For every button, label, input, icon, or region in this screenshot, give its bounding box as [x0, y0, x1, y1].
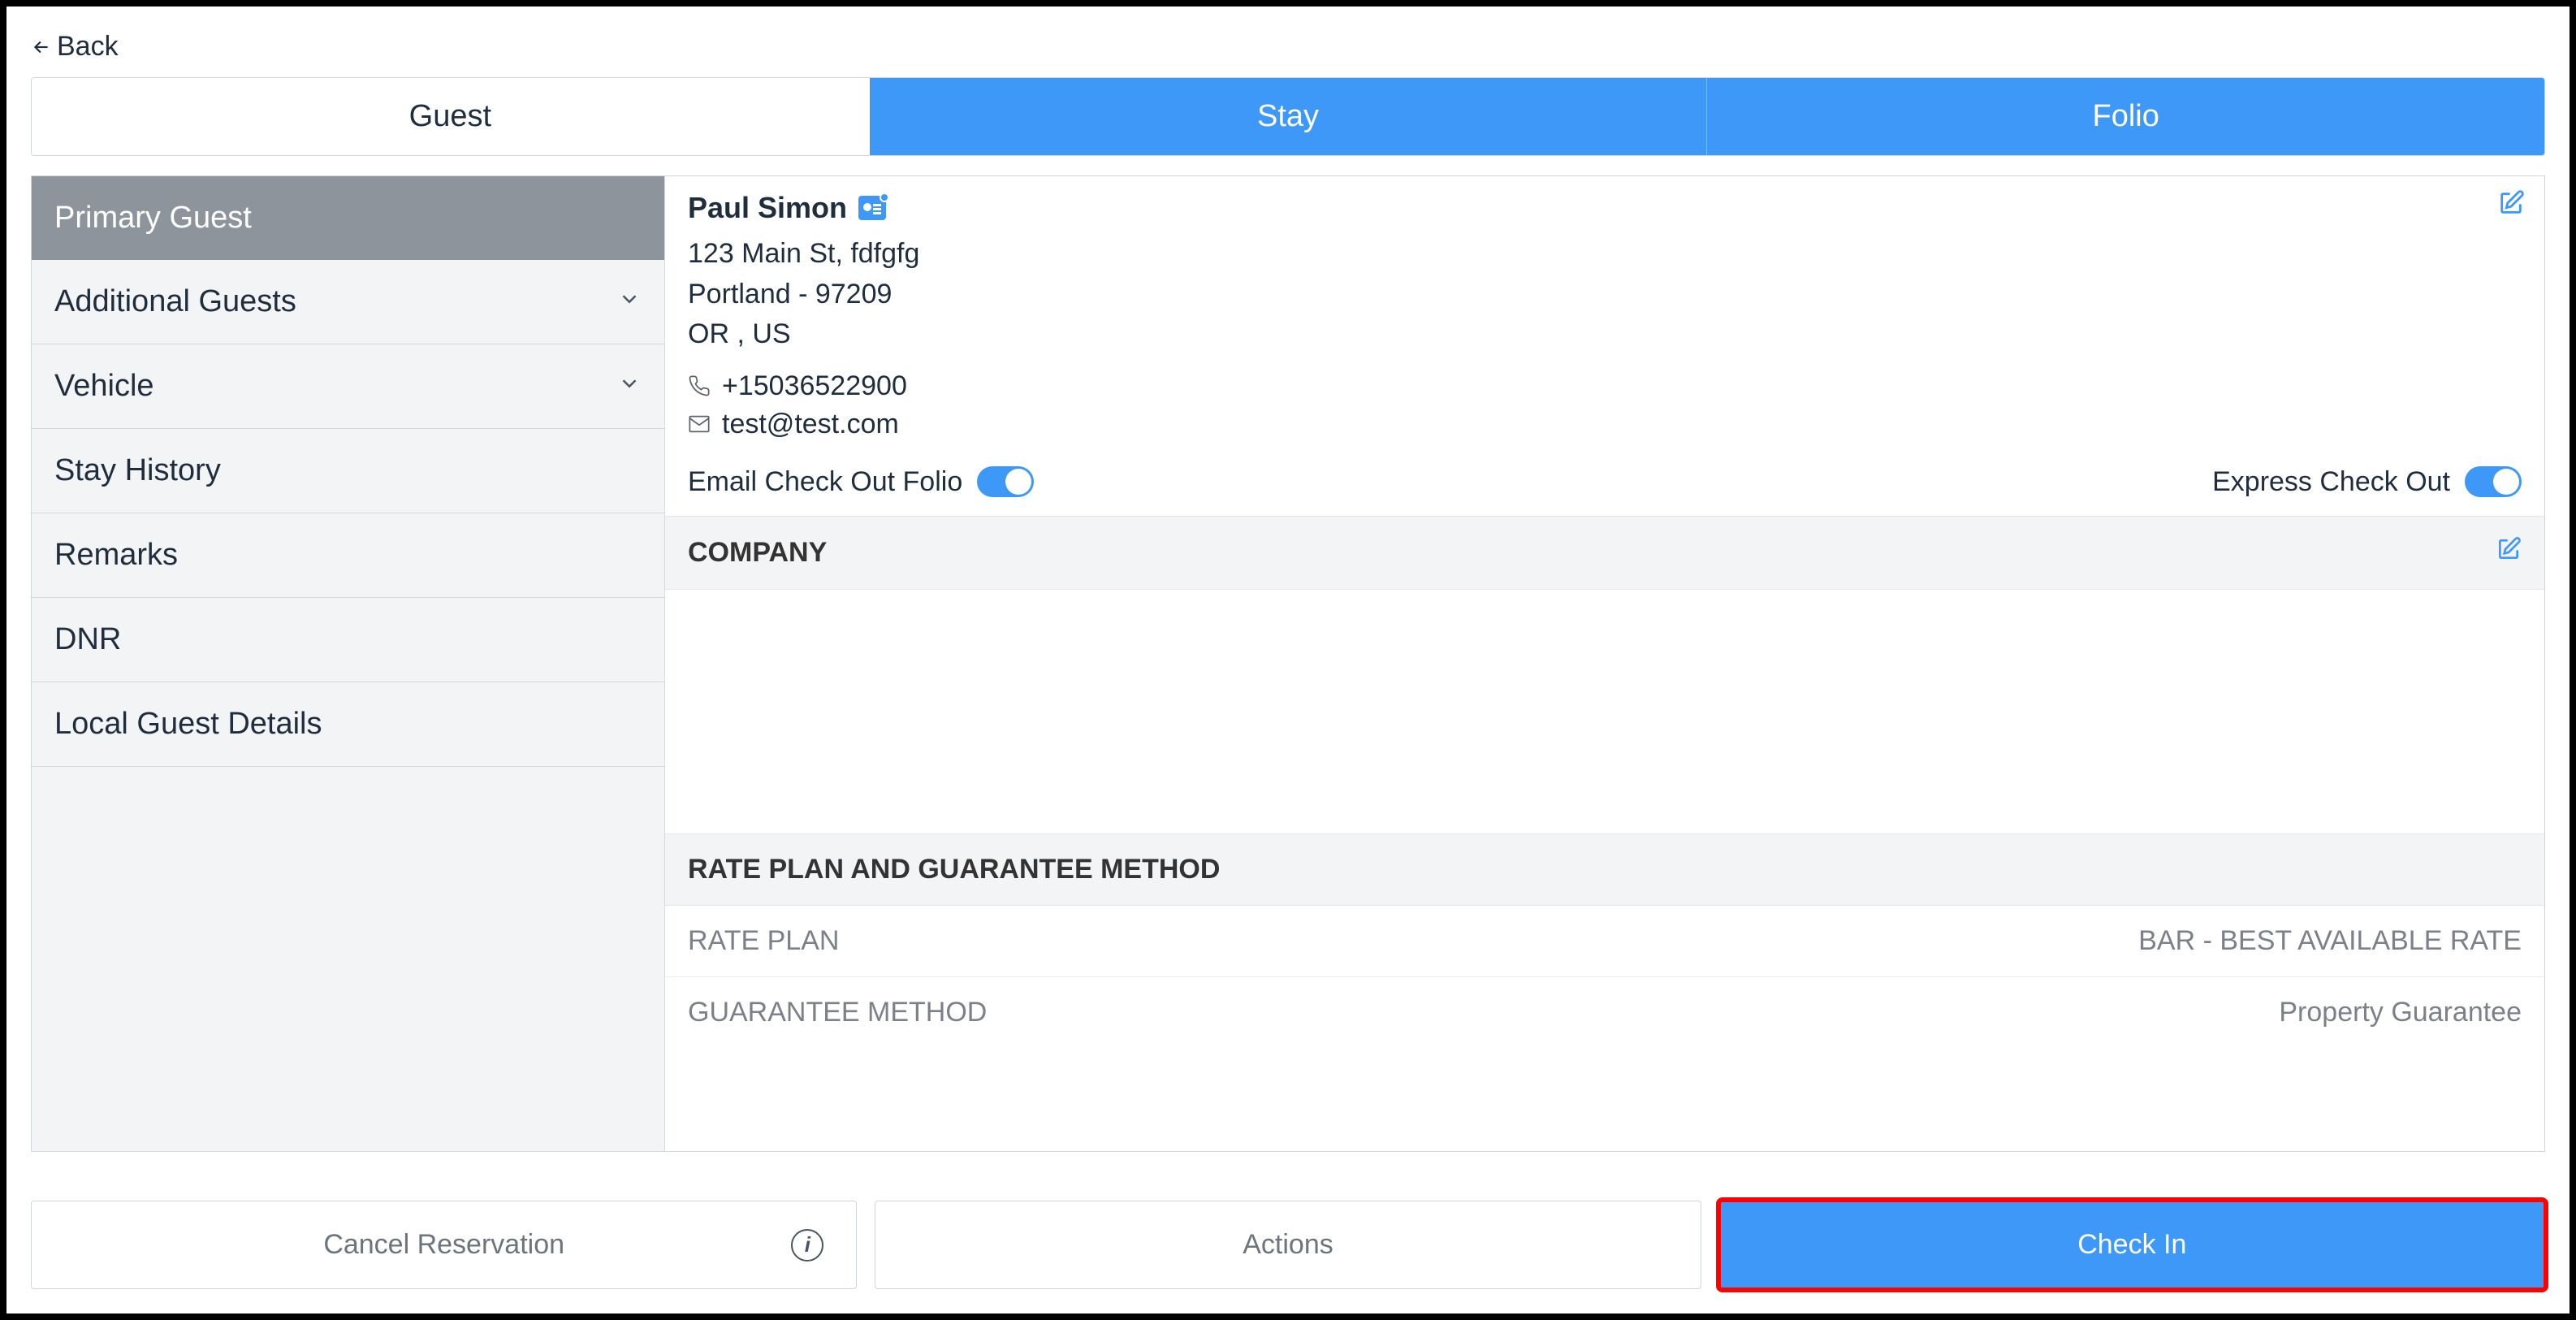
sidebar-item-stay-history[interactable]: Stay History: [32, 429, 664, 513]
rateplan-label: RATE PLAN: [688, 925, 839, 957]
sidebar-item-dnr[interactable]: DNR: [32, 598, 664, 682]
tab-folio-label: Folio: [2092, 99, 2159, 133]
sidebar-item-label: Vehicle: [54, 369, 154, 404]
tab-stay[interactable]: Stay: [870, 78, 1708, 155]
guarantee-row: GUARANTEE METHOD Property Guarantee: [665, 977, 2544, 1048]
company-header-label: COMPANY: [688, 537, 827, 569]
sidebar-item-label: DNR: [54, 622, 121, 657]
rateplan-header-label: RATE PLAN AND GUARANTEE METHOD: [688, 854, 1220, 885]
back-button[interactable]: Back: [31, 24, 119, 77]
sidebar-item-label: Remarks: [54, 538, 178, 573]
guest-name: Paul Simon: [688, 191, 847, 225]
edit-guest-button[interactable]: [2497, 189, 2525, 221]
guest-sidebar: Primary Guest Additional Guests Vehicle …: [32, 176, 665, 1151]
back-label: Back: [57, 31, 119, 63]
guest-phone-row: +15036522900: [688, 370, 2522, 402]
content-area: Primary Guest Additional Guests Vehicle …: [31, 175, 2545, 1152]
info-icon[interactable]: i: [791, 1229, 823, 1262]
rateplan-row: RATE PLAN BAR - BEST AVAILABLE RATE: [665, 906, 2544, 977]
rateplan-section-header: RATE PLAN AND GUARANTEE METHOD: [665, 833, 2544, 906]
guarantee-label: GUARANTEE METHOD: [688, 997, 987, 1028]
tab-stay-label: Stay: [1257, 99, 1319, 133]
phone-icon: [688, 374, 711, 397]
toggles-row: Email Check Out Folio Express Check Out: [665, 452, 2544, 516]
company-section-header: COMPANY: [665, 516, 2544, 590]
sidebar-item-additional-guests[interactable]: Additional Guests: [32, 260, 664, 344]
edit-company-button[interactable]: [2496, 536, 2522, 569]
guarantee-value: Property Guarantee: [2279, 997, 2522, 1028]
guest-address-line1: 123 Main St, fdfgfg: [688, 235, 2522, 274]
checkin-label: Check In: [2077, 1229, 2186, 1261]
cancel-reservation-button[interactable]: Cancel Reservation i: [31, 1201, 857, 1289]
guest-address-line3: OR , US: [688, 315, 2522, 354]
guest-email: test@test.com: [722, 409, 899, 440]
tab-folio[interactable]: Folio: [1707, 78, 2544, 155]
bottom-actions: Cancel Reservation i Actions Check In: [31, 1201, 2545, 1289]
sidebar-item-label: Local Guest Details: [54, 707, 322, 742]
tab-guest[interactable]: Guest: [32, 78, 870, 155]
tab-guest-label: Guest: [409, 99, 491, 133]
sidebar-item-vehicle[interactable]: Vehicle: [32, 344, 664, 429]
edit-icon: [2497, 189, 2525, 217]
actions-label: Actions: [1243, 1229, 1333, 1261]
profile-card-icon[interactable]: [858, 196, 886, 220]
arrow-left-icon: [31, 37, 52, 58]
guest-info-block: Paul Simon 123 Main St, fdfgfg Portland …: [665, 176, 2544, 452]
guest-address-line2: Portland - 97209: [688, 275, 2522, 314]
top-tabs: Guest Stay Folio: [31, 77, 2545, 156]
express-checkout-label: Express Check Out: [2212, 466, 2450, 498]
mail-icon: [688, 413, 711, 435]
express-checkout-toggle[interactable]: [2465, 466, 2522, 497]
sidebar-item-label: Additional Guests: [54, 284, 296, 319]
detail-pane: Paul Simon 123 Main St, fdfgfg Portland …: [665, 176, 2544, 1151]
email-folio-toggle[interactable]: [977, 466, 1034, 497]
sidebar-item-primary-guest[interactable]: Primary Guest: [32, 176, 664, 260]
company-body: [665, 590, 2544, 833]
sidebar-item-local-details[interactable]: Local Guest Details: [32, 682, 664, 767]
actions-button[interactable]: Actions: [875, 1201, 1701, 1289]
guest-email-row: test@test.com: [688, 409, 2522, 440]
sidebar-item-label: Primary Guest: [54, 201, 252, 236]
chevron-down-icon: [617, 284, 642, 319]
chevron-down-icon: [617, 369, 642, 404]
sidebar-item-remarks[interactable]: Remarks: [32, 513, 664, 598]
check-in-button[interactable]: Check In: [1719, 1201, 2545, 1289]
sidebar-item-label: Stay History: [54, 453, 221, 488]
edit-icon: [2496, 536, 2522, 562]
guest-phone: +15036522900: [722, 370, 907, 402]
email-folio-label: Email Check Out Folio: [688, 466, 962, 498]
cancel-label: Cancel Reservation: [32, 1229, 856, 1261]
rateplan-value: BAR - BEST AVAILABLE RATE: [2138, 925, 2522, 957]
